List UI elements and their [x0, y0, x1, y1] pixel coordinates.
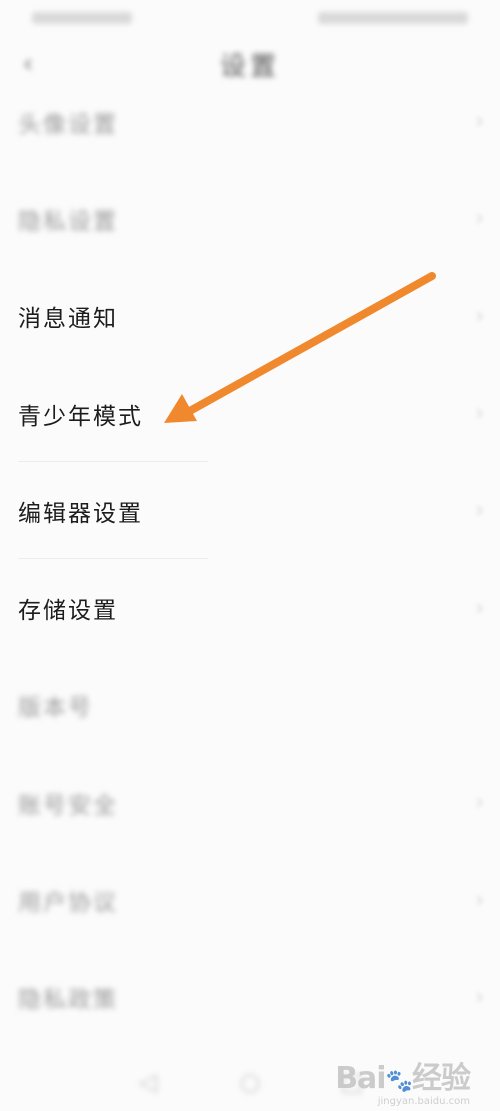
watermark: Bai🐾经验 jingyan.baidu.com	[335, 1053, 471, 1107]
settings-row-label: 隐私设置	[18, 208, 118, 235]
settings-row-label: 隐私政策	[18, 987, 118, 1014]
chevron-right-icon: ›	[475, 498, 484, 524]
settings-row-storage[interactable]: 存储设置 ›	[0, 559, 500, 656]
settings-list: 头像设置 › 隐私设置 › 消息通知 › 青少年模式 › 编辑器设置 › 存储设…	[0, 73, 500, 1046]
settings-row-account-security[interactable]: 账号安全 ›	[0, 754, 500, 851]
settings-row-label: 消息通知	[18, 306, 118, 333]
chevron-right-icon: ›	[475, 109, 484, 135]
settings-row-notifications[interactable]: 消息通知 ›	[0, 268, 500, 365]
nav-home-icon[interactable]: ○	[235, 1068, 265, 1096]
settings-row-editor[interactable]: 编辑器设置 ›	[0, 462, 500, 560]
chevron-right-icon: ›	[475, 401, 484, 427]
paw-icon: 🐾	[385, 1069, 413, 1094]
status-bar	[0, 0, 500, 36]
nav-back-icon[interactable]: ◁	[133, 1068, 163, 1096]
chevron-right-icon: ›	[475, 790, 484, 816]
chevron-right-icon: ›	[475, 303, 484, 329]
settings-row-label: 存储设置	[18, 598, 118, 625]
settings-row-label: 用户协议	[18, 890, 118, 917]
watermark-brand: Bai🐾经验	[335, 1061, 471, 1096]
chevron-right-icon: ›	[475, 595, 484, 621]
chevron-right-icon: ›	[475, 984, 484, 1010]
settings-row-label: 青少年模式	[18, 403, 143, 430]
settings-row-privacy[interactable]: 隐私设置 ›	[0, 170, 500, 267]
chevron-right-icon: ›	[475, 887, 484, 913]
settings-row-version[interactable]: 版本号	[0, 657, 500, 754]
settings-row-avatar[interactable]: 头像设置 ›	[0, 73, 500, 170]
settings-row-youth-mode[interactable]: 青少年模式 ›	[0, 365, 500, 463]
status-right-info	[318, 12, 468, 24]
status-left-info	[32, 12, 132, 24]
watermark-url: jingyan.baidu.com	[377, 1096, 470, 1107]
chevron-right-icon: ›	[475, 206, 484, 232]
settings-row-privacy-policy[interactable]: 隐私政策 ›	[0, 949, 500, 1046]
settings-row-label: 头像设置	[18, 111, 118, 138]
settings-row-label: 编辑器设置	[18, 500, 143, 527]
settings-row-label: 账号安全	[18, 792, 118, 819]
settings-row-label: 版本号	[18, 695, 93, 722]
settings-row-user-agreement[interactable]: 用户协议 ›	[0, 851, 500, 948]
